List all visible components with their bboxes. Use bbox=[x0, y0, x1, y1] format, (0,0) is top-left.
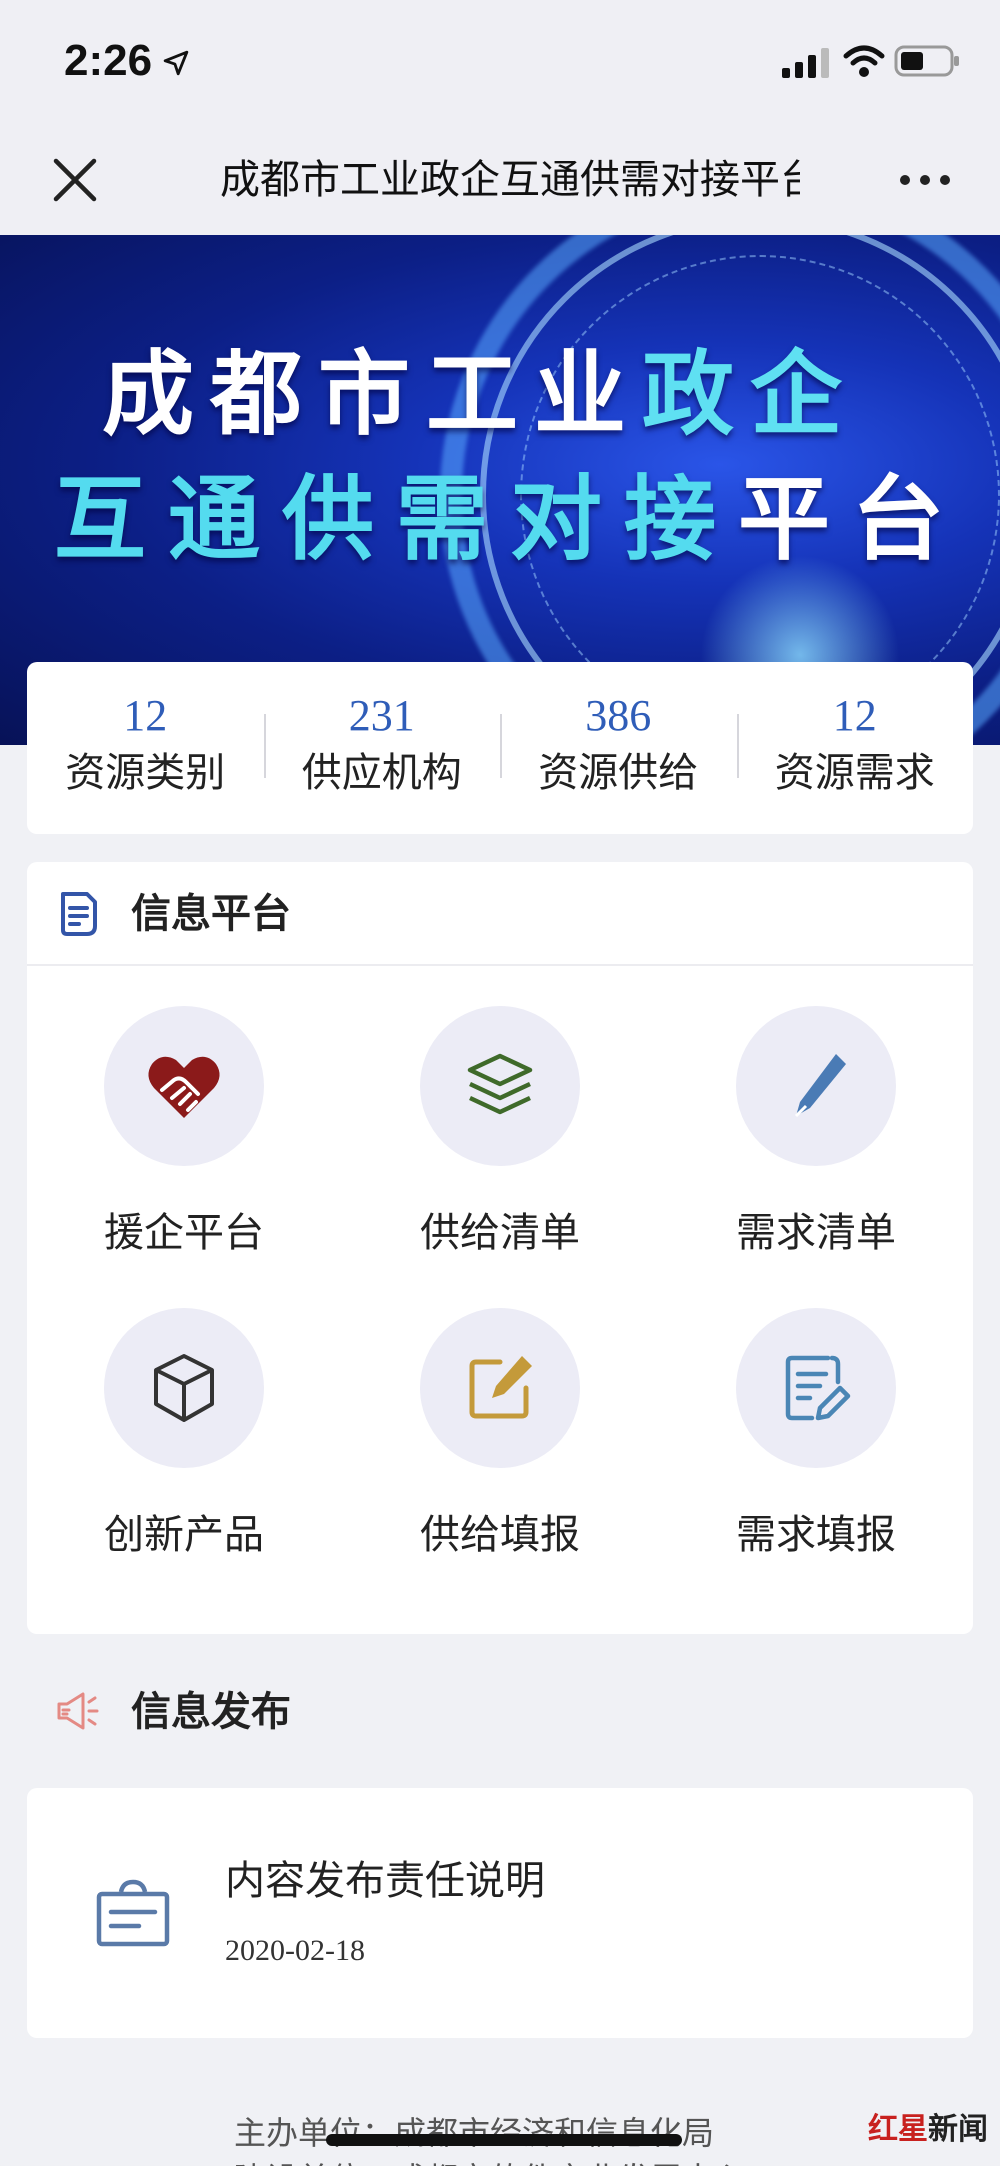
banner-text: 成都市工业 bbox=[101, 341, 642, 448]
status-bar: 2:26 bbox=[0, 0, 1000, 125]
section-title: 信息平台 bbox=[131, 891, 291, 937]
icon-circle bbox=[736, 1308, 896, 1468]
info-platform-card: 信息平台 援企平台 供给清单 需求清单 创新产品 供给填报 需求填报 bbox=[27, 862, 973, 1634]
layers-icon bbox=[467, 1053, 533, 1115]
stat-label: 供应机构 bbox=[301, 750, 462, 796]
watermark-text: 新闻 bbox=[928, 2112, 988, 2147]
edit-square-icon bbox=[469, 1356, 532, 1419]
grid-item-supply-list[interactable]: 供给清单 bbox=[380, 1006, 620, 1258]
footer-host-unit: 主办单位：成都市经济和信息化局 bbox=[234, 2114, 715, 2152]
document-icon bbox=[61, 892, 97, 936]
notice-board-icon bbox=[96, 1879, 170, 1947]
grid-item-supply-report[interactable]: 供给填报 bbox=[380, 1308, 620, 1560]
notice-item[interactable]: 内容发布责任说明 2020-02-18 bbox=[27, 1788, 973, 2038]
footer-builder-unit: 建设单位：成都市软件产业发展中心 bbox=[234, 2154, 746, 2166]
grid-item-label: 供给清单 bbox=[420, 1210, 580, 1256]
icon-circle bbox=[736, 1006, 896, 1166]
grid-item-aid-platform[interactable]: 援企平台 bbox=[64, 1006, 304, 1258]
banner-text-highlight: 政企 bbox=[642, 341, 859, 448]
grid-item-label: 援企平台 bbox=[104, 1210, 264, 1256]
notice-date: 2020-02-18 bbox=[225, 1934, 365, 1967]
section-title: 信息发布 bbox=[131, 1689, 291, 1735]
publish-header: 信息发布 bbox=[27, 1680, 973, 1750]
battery-icon bbox=[894, 45, 959, 77]
home-indicator[interactable] bbox=[326, 2134, 682, 2146]
watermark-logo: 红星新闻 bbox=[868, 2104, 988, 2148]
megaphone-icon bbox=[57, 1692, 99, 1730]
stat-label: 资源供给 bbox=[538, 750, 699, 796]
stat-resource-categories[interactable]: 12 资源类别 bbox=[27, 662, 264, 834]
card-header: 信息平台 bbox=[27, 862, 973, 966]
notice-title: 内容发布责任说明 bbox=[225, 1858, 545, 1904]
stat-supply-institutions[interactable]: 231 供应机构 bbox=[263, 662, 501, 834]
footer: 主办单位：成都市经济和信息化局 建设单位：成都市软件产业发展中心 bbox=[0, 2094, 1000, 2166]
icon-circle bbox=[104, 1006, 264, 1166]
pen-nib-icon bbox=[794, 1054, 846, 1118]
page-title: 成都市工业政企互通供需对接平台 bbox=[220, 157, 800, 203]
status-time: 2:26 bbox=[64, 36, 153, 85]
stat-value: 386 bbox=[585, 691, 652, 740]
stat-label: 资源需求 bbox=[774, 750, 935, 796]
grid-item-label: 需求清单 bbox=[736, 1210, 896, 1256]
stat-value: 231 bbox=[348, 691, 415, 740]
grid-item-demand-list[interactable]: 需求清单 bbox=[696, 1006, 936, 1258]
stat-label: 资源类别 bbox=[65, 750, 226, 796]
banner-title-line1: 成都市工业政企 bbox=[40, 320, 920, 453]
banner-text-highlight: 互通供需对接 bbox=[53, 466, 738, 573]
stat-resource-demand[interactable]: 12 资源需求 bbox=[736, 662, 974, 834]
grid-item-label: 需求填报 bbox=[736, 1512, 896, 1558]
grid-item-label: 创新产品 bbox=[104, 1512, 264, 1558]
close-icon[interactable] bbox=[50, 155, 100, 205]
cellular-signal-icon bbox=[782, 48, 829, 78]
icon-circle bbox=[104, 1308, 264, 1468]
wifi-icon bbox=[843, 45, 885, 77]
stat-value: 12 bbox=[123, 691, 168, 740]
nav-bar: 成都市工业政企互通供需对接平台 bbox=[0, 125, 1000, 235]
stats-card: 12 资源类别 231 供应机构 386 资源供给 12 资源需求 bbox=[27, 662, 973, 834]
more-options-icon[interactable] bbox=[895, 165, 955, 195]
banner-text: 平台 bbox=[738, 466, 967, 573]
icon-circle bbox=[420, 1006, 580, 1166]
grid-item-demand-report[interactable]: 需求填报 bbox=[696, 1308, 936, 1560]
stat-resource-supply[interactable]: 386 资源供给 bbox=[500, 662, 737, 834]
location-arrow-icon bbox=[163, 50, 189, 76]
stat-value: 12 bbox=[832, 691, 877, 740]
grid-item-label: 供给填报 bbox=[420, 1512, 580, 1558]
banner-title-line2: 互通供需对接平台 bbox=[40, 445, 980, 578]
form-edit-icon bbox=[785, 1355, 851, 1421]
grid-item-innovative-products[interactable]: 创新产品 bbox=[64, 1308, 304, 1560]
handshake-heart-icon bbox=[148, 1056, 220, 1118]
icon-circle bbox=[420, 1308, 580, 1468]
watermark-text: 红星 bbox=[868, 2112, 928, 2147]
cube-icon bbox=[154, 1354, 214, 1422]
